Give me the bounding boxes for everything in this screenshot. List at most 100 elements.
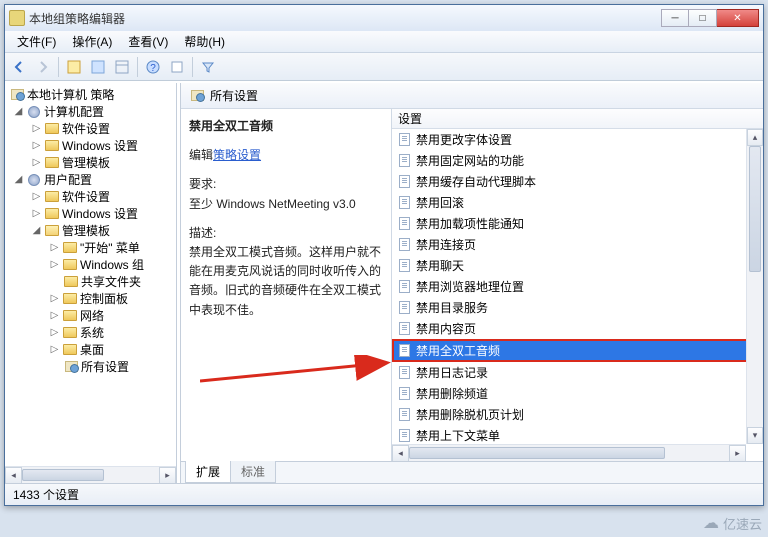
list-item[interactable]: 禁用内容页 bbox=[392, 318, 763, 339]
folder-icon bbox=[63, 344, 77, 355]
expand-icon[interactable]: ▷ bbox=[31, 140, 42, 151]
expand-icon[interactable]: ▷ bbox=[49, 259, 60, 270]
menu-file[interactable]: 文件(F) bbox=[9, 31, 64, 52]
tree-item[interactable]: 控制面板 bbox=[80, 290, 128, 307]
tree-item[interactable]: "开始" 菜单 bbox=[80, 239, 140, 256]
setting-icon bbox=[396, 366, 412, 380]
app-window: 本地组策略编辑器 ─ □ ✕ 文件(F) 操作(A) 查看(V) 帮助(H) ?… bbox=[4, 4, 764, 506]
status-text: 1433 个设置 bbox=[13, 486, 79, 503]
setting-icon bbox=[396, 322, 412, 336]
tree-h-scrollbar[interactable]: ◂▸ bbox=[5, 466, 176, 483]
properties-icon[interactable] bbox=[166, 56, 188, 78]
forward-button[interactable] bbox=[32, 56, 54, 78]
requirements-text: 至少 Windows NetMeeting v3.0 bbox=[189, 195, 381, 214]
tree-item[interactable]: Windows 设置 bbox=[62, 137, 138, 154]
folder-icon bbox=[45, 191, 59, 202]
setting-icon bbox=[396, 133, 412, 147]
list-item[interactable]: 禁用缓存自动代理脚本 bbox=[392, 171, 763, 192]
list-item[interactable]: 禁用目录服务 bbox=[392, 297, 763, 318]
tree-item[interactable]: 共享文件夹 bbox=[81, 273, 141, 290]
expand-icon[interactable]: ▷ bbox=[49, 344, 60, 355]
setting-icon bbox=[396, 387, 412, 401]
tree-item[interactable]: 系统 bbox=[80, 324, 104, 341]
close-button[interactable]: ✕ bbox=[717, 9, 759, 27]
tree-item[interactable]: 网络 bbox=[80, 307, 104, 324]
filter-icon[interactable] bbox=[197, 56, 219, 78]
list-item[interactable]: 禁用删除脱机页计划 bbox=[392, 404, 763, 425]
tree-user-config[interactable]: 用户配置 bbox=[44, 171, 92, 188]
expand-icon[interactable]: ▷ bbox=[31, 157, 42, 168]
expand-icon[interactable]: ▷ bbox=[49, 327, 60, 338]
tree-item[interactable]: 桌面 bbox=[80, 341, 104, 358]
list-item[interactable]: 禁用上下文菜单 bbox=[392, 425, 763, 446]
tree-item[interactable]: 管理模板 bbox=[62, 222, 110, 239]
tree-item[interactable]: 软件设置 bbox=[62, 188, 110, 205]
list-item[interactable]: 禁用更改字体设置 bbox=[392, 129, 763, 150]
folder-icon bbox=[63, 242, 77, 253]
tree-item[interactable]: Windows 设置 bbox=[62, 205, 138, 222]
list-item[interactable]: 禁用浏览器地理位置 bbox=[392, 276, 763, 297]
content-title: 所有设置 bbox=[210, 87, 258, 104]
scroll-up-button[interactable]: ▴ bbox=[747, 129, 763, 146]
list-item[interactable]: 禁用删除频道 bbox=[392, 383, 763, 404]
setting-icon bbox=[396, 217, 412, 231]
expand-icon[interactable]: ▷ bbox=[31, 191, 42, 202]
list-item[interactable]: 禁用回滚 bbox=[392, 192, 763, 213]
help-icon[interactable]: ? bbox=[142, 56, 164, 78]
list-item[interactable]: 禁用全双工音频 bbox=[392, 339, 763, 362]
tree-item[interactable]: 软件设置 bbox=[62, 120, 110, 137]
back-button[interactable] bbox=[8, 56, 30, 78]
info-pane: 禁用全双工音频 编辑策略设置 要求: 至少 Windows NetMeeting… bbox=[181, 109, 391, 461]
status-bar: 1433 个设置 bbox=[5, 483, 763, 505]
tab-extended[interactable]: 扩展 bbox=[185, 461, 231, 483]
maximize-button[interactable]: □ bbox=[689, 9, 717, 27]
h-scrollbar[interactable]: ◂▸ bbox=[392, 444, 746, 461]
setting-title: 禁用全双工音频 bbox=[189, 117, 381, 136]
folder-icon bbox=[63, 259, 77, 270]
expand-icon[interactable]: ▷ bbox=[31, 123, 42, 134]
expand-icon[interactable]: ▷ bbox=[31, 208, 42, 219]
tab-standard[interactable]: 标准 bbox=[230, 461, 276, 483]
list-item[interactable]: 禁用固定网站的功能 bbox=[392, 150, 763, 171]
minimize-button[interactable]: ─ bbox=[661, 9, 689, 27]
tree-all-settings[interactable]: 所有设置 bbox=[81, 358, 129, 375]
show-hide-icon[interactable] bbox=[111, 56, 133, 78]
app-icon bbox=[9, 10, 25, 26]
titlebar: 本地组策略编辑器 ─ □ ✕ bbox=[5, 5, 763, 31]
list-item[interactable]: 禁用连接页 bbox=[392, 234, 763, 255]
folder-icon bbox=[45, 123, 59, 134]
column-header[interactable]: 设置 bbox=[392, 109, 763, 129]
tree-root[interactable]: 本地计算机 策略 bbox=[27, 86, 114, 103]
collapse-icon[interactable]: ◢ bbox=[13, 106, 24, 117]
menu-view[interactable]: 查看(V) bbox=[120, 31, 176, 52]
all-settings-icon bbox=[65, 361, 78, 372]
folder-icon bbox=[45, 208, 59, 219]
folder-icon bbox=[63, 293, 77, 304]
list-item[interactable]: 禁用日志记录 bbox=[392, 362, 763, 383]
header-icon bbox=[191, 90, 204, 101]
edit-policy-link[interactable]: 策略设置 bbox=[213, 148, 261, 162]
expand-icon[interactable]: ▷ bbox=[49, 242, 60, 253]
scroll-thumb[interactable] bbox=[749, 146, 761, 272]
collapse-icon[interactable]: ◢ bbox=[31, 225, 42, 236]
list-item[interactable]: 禁用聊天 bbox=[392, 255, 763, 276]
tree-computer-config[interactable]: 计算机配置 bbox=[44, 103, 104, 120]
collapse-icon[interactable]: ◢ bbox=[13, 174, 24, 185]
expand-icon[interactable]: ▷ bbox=[49, 310, 60, 321]
details-view-icon[interactable] bbox=[63, 56, 85, 78]
menubar: 文件(F) 操作(A) 查看(V) 帮助(H) bbox=[5, 31, 763, 53]
tree-item[interactable]: Windows 组 bbox=[80, 256, 144, 273]
v-scrollbar[interactable]: ▴ ▾ bbox=[746, 129, 763, 444]
computer-config-icon bbox=[28, 106, 40, 118]
list-item[interactable]: 禁用加载项性能通知 bbox=[392, 213, 763, 234]
tree-view[interactable]: 本地计算机 策略 ◢计算机配置 ▷软件设置 ▷Windows 设置 ▷管理模板 … bbox=[5, 83, 177, 483]
menu-help[interactable]: 帮助(H) bbox=[176, 31, 233, 52]
menu-action[interactable]: 操作(A) bbox=[64, 31, 120, 52]
list-view-icon[interactable] bbox=[87, 56, 109, 78]
scroll-down-button[interactable]: ▾ bbox=[747, 427, 763, 444]
expand-icon[interactable]: ▷ bbox=[49, 293, 60, 304]
description-label: 描述: bbox=[189, 224, 381, 243]
folder-icon bbox=[63, 310, 77, 321]
tree-item[interactable]: 管理模板 bbox=[62, 154, 110, 171]
brand-text: 亿速云 bbox=[723, 514, 762, 533]
